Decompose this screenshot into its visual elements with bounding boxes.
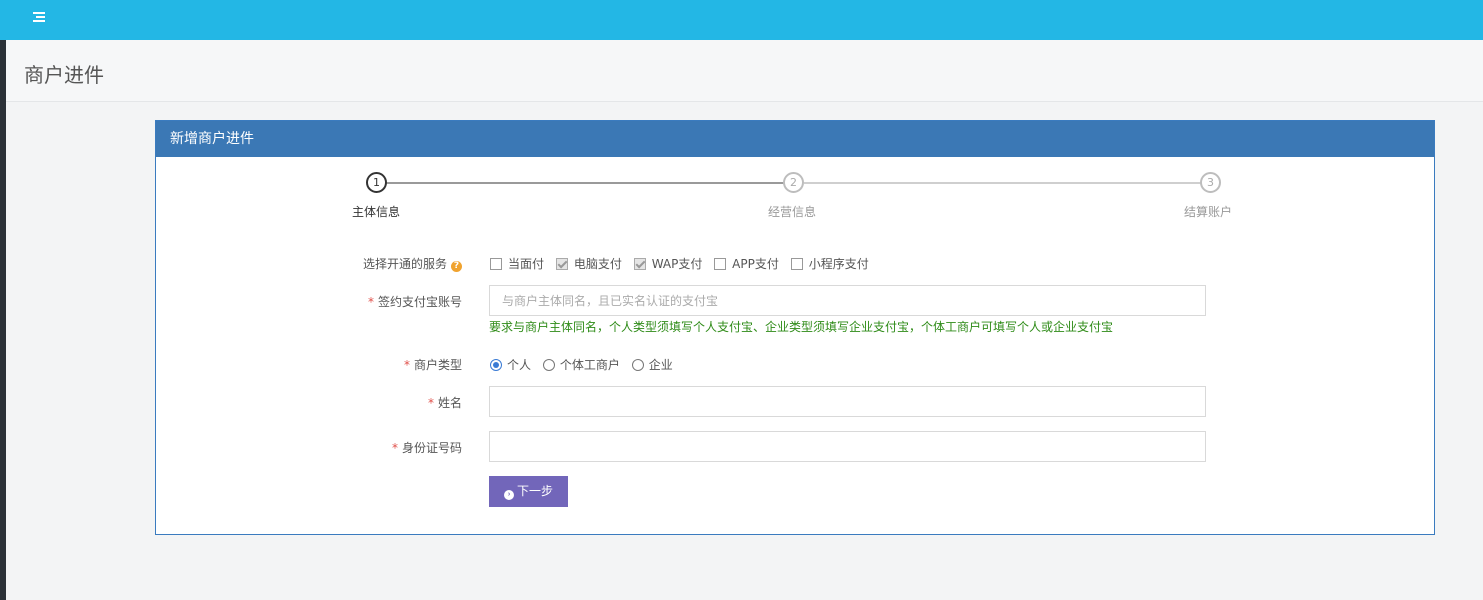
main-content: 商户进件 新增商户进件 1 主体信息 2 经营信息 3 结算账户 选择开通的服务… [6,40,1483,600]
required-mark: * [403,358,410,372]
checkbox-icon[interactable] [714,258,727,270]
step-3-indicator[interactable]: 3 [1200,172,1221,193]
merchant-type-individual[interactable]: 个人 [490,356,531,373]
id-number-label: * 身份证号码 [391,441,462,455]
alipay-account-row: *签约支付宝账号 要求与商户主体同名，个人类型须填写个人支付宝、企业类型须填写企… [156,285,1434,334]
radio-icon[interactable] [631,359,644,371]
name-label: * 姓名 [427,396,462,410]
alipay-account-hint: 要求与商户主体同名，个人类型须填写个人支付宝、企业类型须填写企业支付宝，个体工商… [489,320,1114,334]
merchant-type-row: * 商户类型 个人 个体工商户 企业 [156,356,1434,372]
merchant-form-panel: 新增商户进件 1 主体信息 2 经营信息 3 结算账户 选择开通的服务? 当面付… [155,120,1435,535]
menu-toggle-icon[interactable] [33,11,47,25]
services-label: 选择开通的服务? [363,255,462,272]
checkbox-icon[interactable] [790,258,803,270]
services-row: 选择开通的服务? 当面付 电脑支付 WAP支付 APP支付 小程序支付 [156,255,1434,272]
wizard-steps: 1 主体信息 2 经营信息 3 结算账户 [156,157,1434,227]
radio-icon[interactable] [542,359,555,371]
step-1-indicator[interactable]: 1 [366,172,387,193]
checkbox-checked-icon[interactable] [555,258,568,270]
service-option-wap[interactable]: WAP支付 [633,255,702,272]
radio-checked-icon[interactable] [490,359,502,371]
checkbox-icon[interactable] [490,258,502,270]
alipay-account-input[interactable] [489,285,1206,316]
step-connector [804,182,1210,184]
services-options: 当面付 电脑支付 WAP支付 APP支付 小程序支付 [490,255,877,272]
page-header: 商户进件 [6,40,1483,102]
step-2-indicator[interactable]: 2 [783,172,804,193]
next-step-button[interactable]: › 下一步 [489,476,568,507]
required-mark: * [391,441,398,455]
step-connector [386,182,784,184]
service-option-miniprogram[interactable]: 小程序支付 [790,255,869,272]
service-option-app[interactable]: APP支付 [714,255,779,272]
service-option-f2f[interactable]: 当面付 [490,255,544,272]
top-navbar [0,0,1483,40]
name-input[interactable] [489,386,1206,417]
merchant-type-options: 个人 个体工商户 企业 [490,356,681,373]
merchant-type-sole-proprietor[interactable]: 个体工商户 [542,356,620,373]
alipay-account-label: * 签约支付宝账号 [367,295,462,309]
step-1-label: 主体信息 [352,205,401,219]
merchant-type-enterprise[interactable]: 企业 [631,356,673,373]
merchant-type-label: * 商户类型 [403,358,462,372]
page-title: 商户进件 [24,63,104,87]
id-number-input[interactable] [489,431,1206,462]
required-mark: * [427,396,434,410]
step-3-label: 结算账户 [1184,205,1233,219]
checkbox-checked-icon[interactable] [633,258,646,270]
panel-heading: 新增商户进件 [156,121,1434,157]
arrow-circle-right-icon: › [503,490,514,500]
required-mark: * [367,295,374,309]
help-icon[interactable]: ? [451,261,462,272]
service-option-pc[interactable]: 电脑支付 [555,255,622,272]
step-2-label: 经营信息 [768,205,817,219]
id-number-row: * 身份证号码 [156,431,1434,463]
name-row: * 姓名 [156,386,1434,418]
